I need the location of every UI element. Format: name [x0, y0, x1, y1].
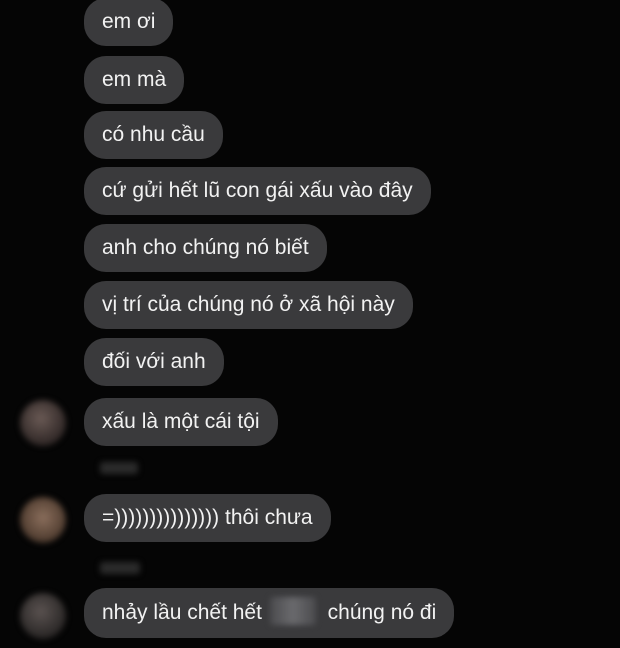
message-text: có nhu cầu — [102, 123, 205, 146]
sender-avatar[interactable] — [20, 497, 66, 543]
message-bubble[interactable]: đối với anh — [84, 338, 224, 386]
message-bubble[interactable]: nhảy lầu chết hết chúng nó đi — [84, 588, 455, 638]
message-bubble[interactable]: cứ gửi hết lũ con gái xấu vào đây — [84, 167, 431, 215]
message-text: xấu là một cái tội — [102, 410, 260, 433]
message-bubble[interactable]: em ơi — [84, 0, 174, 46]
message-text: chúng nó đi — [327, 601, 437, 624]
message-text: em ơi — [102, 10, 156, 33]
message-bubble[interactable]: em mà — [84, 56, 185, 104]
message-text: =))))))))))))))) thôi chưa — [102, 506, 313, 529]
message-bubble[interactable]: xấu là một cái tội — [84, 398, 278, 446]
message-bubble[interactable]: có nhu cầu — [84, 111, 223, 159]
redacted-word — [269, 597, 316, 626]
message-text: đối với anh — [102, 350, 206, 373]
message-text: vị trí của chúng nó ở xã hội này — [102, 293, 395, 316]
sender-avatar[interactable] — [20, 400, 66, 446]
message-bubble[interactable]: vị trí của chúng nó ở xã hội này — [84, 281, 413, 329]
sender-name — [100, 562, 140, 574]
sender-name — [100, 462, 138, 474]
message-text: nhảy lầu chết hết — [102, 601, 262, 624]
message-text: anh cho chúng nó biết — [102, 236, 309, 259]
message-bubble[interactable]: anh cho chúng nó biết — [84, 224, 327, 272]
message-text: cứ gửi hết lũ con gái xấu vào đây — [102, 179, 413, 202]
message-text: em mà — [102, 68, 167, 91]
message-bubble[interactable]: =))))))))))))))) thôi chưa — [84, 494, 331, 542]
sender-avatar[interactable] — [20, 593, 66, 639]
